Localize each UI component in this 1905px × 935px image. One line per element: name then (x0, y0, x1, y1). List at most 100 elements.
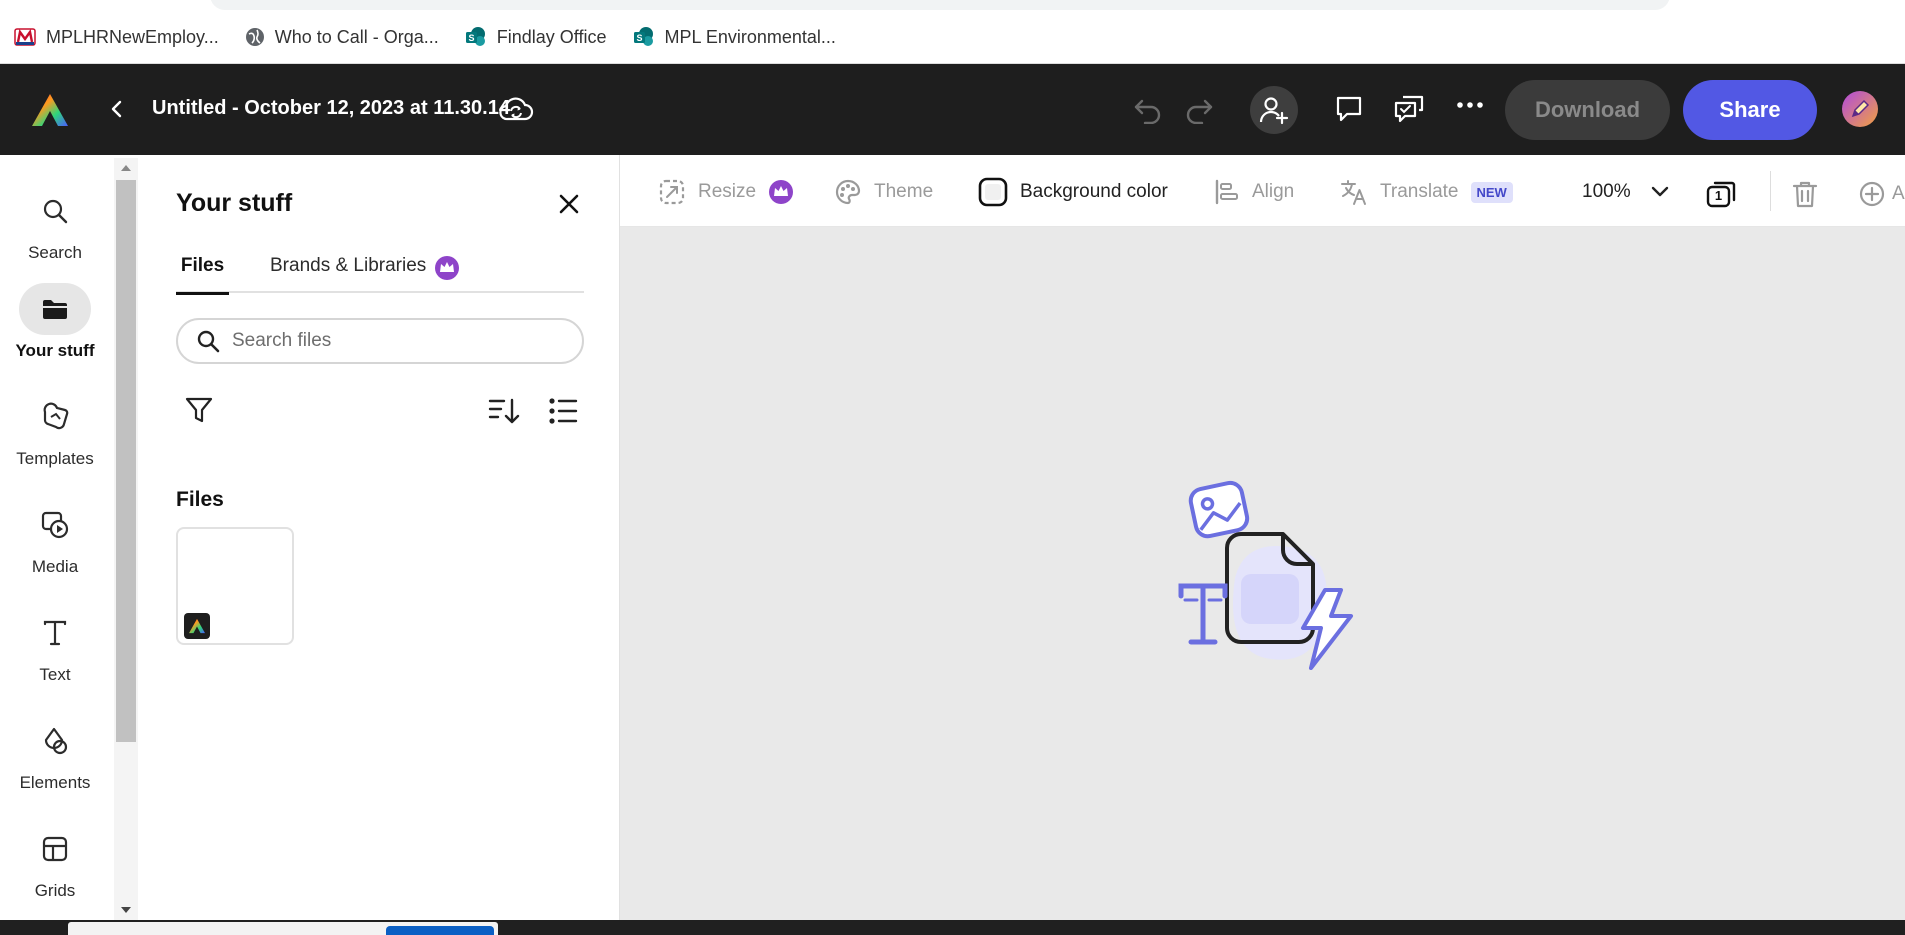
delete-button[interactable] (1792, 179, 1818, 209)
marathon-logo-icon (14, 28, 36, 46)
user-avatar[interactable] (1842, 91, 1878, 127)
panel-title: Your stuff (176, 189, 293, 217)
sharepoint-icon: S (633, 26, 655, 48)
adobe-express-logo-icon[interactable] (30, 92, 70, 128)
theme-label: Theme (874, 181, 934, 202)
close-icon[interactable] (558, 193, 580, 215)
rail-item-your-stuff[interactable]: Your stuff (0, 283, 110, 361)
grids-icon (41, 835, 69, 863)
background-color-swatch-icon (978, 177, 1008, 207)
invite-collaborator-button[interactable] (1250, 86, 1298, 134)
rail-item-label: Grids (34, 881, 76, 900)
pencil-icon (1849, 98, 1871, 120)
search-icon (41, 197, 69, 225)
rail-item-label: Search (28, 243, 82, 262)
align-button[interactable]: Align (1214, 177, 1294, 207)
bookmarks-bar: MPLHRNewEmploy... Who to Call - Orga... … (14, 22, 836, 52)
share-button[interactable]: Share (1683, 80, 1817, 140)
theme-button[interactable]: Theme (834, 177, 933, 207)
align-left-icon (1214, 179, 1240, 205)
list-view-icon[interactable] (548, 397, 578, 425)
add-page-label: A (1892, 183, 1905, 204)
document-title[interactable]: Untitled - October 12, 2023 at 11.30.14 (152, 97, 510, 120)
tab-files[interactable]: Files (176, 255, 229, 295)
rail-item-templates[interactable]: Templates (0, 391, 110, 469)
rail-item-media[interactable]: Media (0, 499, 110, 577)
bookmark-mpl-environmental[interactable]: S MPL Environmental... (633, 26, 836, 48)
palette-icon (834, 178, 862, 206)
back-chevron-icon[interactable] (106, 98, 128, 120)
file-thumbnail[interactable] (176, 527, 294, 645)
zoom-dropdown[interactable]: 100% (1582, 177, 1669, 207)
svg-text:S: S (468, 33, 474, 43)
rail-item-search[interactable]: Search (0, 185, 110, 263)
sharepoint-icon: S (465, 26, 487, 48)
templates-icon (40, 402, 70, 432)
comment-icon[interactable] (1334, 94, 1364, 124)
bookmark-findlay-office[interactable]: S Findlay Office (465, 26, 607, 48)
add-page-button[interactable]: A (1858, 179, 1905, 209)
align-label: Align (1252, 181, 1295, 202)
cloud-sync-icon[interactable] (498, 94, 534, 124)
more-options-icon[interactable] (1456, 100, 1484, 110)
bookmark-who-to-call[interactable]: Who to Call - Orga... (245, 27, 439, 48)
rail-item-label: Elements (19, 773, 91, 792)
premium-crown-icon (434, 255, 460, 281)
rail-item-label: Templates (16, 449, 94, 468)
resize-icon (658, 178, 686, 206)
filter-icon[interactable] (184, 395, 214, 425)
browser-chrome: MPLHRNewEmploy... Who to Call - Orga... … (0, 0, 1905, 64)
files-section-heading: Files (176, 488, 224, 511)
svg-text:S: S (636, 33, 642, 43)
translate-label: Translate (1380, 181, 1459, 202)
background-color-button[interactable]: Background color (978, 177, 1168, 207)
search-files-input[interactable] (232, 330, 552, 352)
review-comments-icon[interactable] (1393, 94, 1425, 124)
tab-brands-libraries[interactable]: Brands & Libraries (270, 255, 460, 293)
bookmark-mplhr[interactable]: MPLHRNewEmploy... (14, 27, 219, 48)
download-button[interactable]: Download (1505, 80, 1670, 140)
add-circle-icon (1858, 180, 1886, 208)
your-stuff-panel: Your stuff Files Brands & Libraries File… (138, 155, 620, 920)
bookmark-label: Who to Call - Orga... (274, 26, 439, 47)
bookmark-label: Findlay Office (496, 26, 607, 47)
elements-icon (40, 726, 70, 756)
adobe-express-logo-icon (188, 618, 206, 634)
media-icon (40, 510, 70, 540)
trash-icon (1792, 180, 1818, 208)
left-navigation-rail: Search Your stuff Templates Media Text E… (0, 155, 114, 920)
globe-icon (245, 27, 265, 47)
tab-label: Brands & Libraries (270, 255, 427, 276)
taskbar-search-button[interactable] (386, 926, 494, 935)
background-color-label: Background color (1020, 181, 1168, 202)
page-count: 1 (1714, 188, 1723, 203)
address-bar[interactable] (210, 0, 1670, 10)
rail-item-text[interactable]: Text (0, 607, 110, 685)
rail-scrollbar-thumb[interactable] (116, 180, 136, 742)
toolbar-divider (1770, 171, 1771, 211)
sort-icon[interactable] (488, 397, 520, 425)
search-icon (196, 329, 220, 353)
new-badge: NEW (1470, 181, 1513, 203)
bookmark-label: MPLHRNewEmploy... (46, 26, 219, 47)
premium-crown-icon (768, 179, 794, 205)
adobe-express-file-badge (184, 613, 210, 639)
rail-item-label: Your stuff (15, 341, 95, 360)
empty-canvas-illustration-icon (1175, 478, 1365, 678)
rail-item-label: Media (31, 557, 79, 576)
resize-button[interactable]: Resize (658, 177, 794, 207)
zoom-level: 100% (1582, 181, 1631, 202)
rail-item-label: Text (39, 665, 71, 684)
translate-icon (1340, 178, 1368, 206)
redo-icon[interactable] (1184, 96, 1214, 124)
chevron-down-icon (1651, 186, 1669, 198)
undo-icon[interactable] (1133, 96, 1163, 124)
translate-button[interactable]: Translate NEW (1340, 177, 1513, 207)
rail-item-elements[interactable]: Elements (0, 715, 110, 793)
search-files-field[interactable] (176, 318, 584, 364)
text-icon (41, 619, 69, 647)
pages-button[interactable]: 1 (1706, 179, 1736, 209)
rail-item-grids[interactable]: Grids (0, 823, 110, 901)
resize-label: Resize (698, 181, 757, 202)
app-header: Untitled - October 12, 2023 at 11.30.14 … (0, 64, 1905, 155)
